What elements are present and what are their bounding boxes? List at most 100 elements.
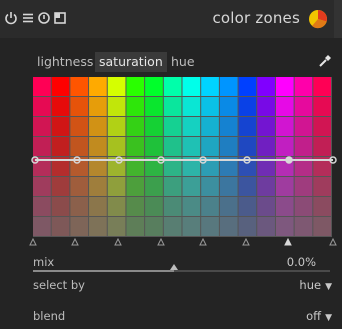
- grid-cell: [238, 177, 257, 196]
- grid-cell: [145, 117, 163, 136]
- module-header: color zones: [0, 0, 342, 38]
- grid-cell: [163, 177, 182, 196]
- curve-node-selected: [285, 156, 293, 164]
- zone-anchor-markers[interactable]: [27, 232, 339, 248]
- grid-cell: [201, 117, 219, 136]
- grid-cell: [126, 177, 145, 196]
- mix-slider[interactable]: [33, 264, 330, 272]
- grid-cell: [275, 117, 294, 136]
- grid-cell: [257, 117, 275, 136]
- grid-cell: [145, 177, 163, 196]
- grid-cell: [33, 177, 51, 196]
- grid-cell: [275, 177, 294, 196]
- grid-cell: [33, 117, 51, 136]
- grid-cell: [107, 97, 126, 116]
- grid-cell: [126, 197, 145, 216]
- multi-instance-icon[interactable]: [53, 11, 67, 25]
- grid-cell: [107, 117, 126, 136]
- grid-cell: [51, 77, 70, 96]
- grid-cell: [163, 97, 182, 116]
- grid-cell: [238, 97, 257, 116]
- grid-cell: [257, 77, 275, 96]
- tab-hue[interactable]: hue: [167, 52, 199, 72]
- dropdown-arrow-icon: ▼: [325, 313, 332, 323]
- mix-label: mix: [33, 255, 55, 269]
- grid-cell: [201, 97, 219, 116]
- grid-cell: [313, 117, 331, 136]
- power-icon[interactable]: [4, 11, 18, 25]
- select-by-value: hue: [299, 278, 322, 292]
- grid-cell: [275, 77, 294, 96]
- grid-cell: [219, 177, 238, 196]
- grid-cell: [51, 117, 70, 136]
- grid-cell: [163, 77, 182, 96]
- grid-cell: [201, 197, 219, 216]
- grid-cell: [51, 97, 70, 116]
- grid-cell: [51, 177, 70, 196]
- grid-cell: [145, 97, 163, 116]
- grid-cell: [219, 197, 238, 216]
- tab-saturation[interactable]: saturation: [95, 52, 167, 72]
- grid-cell: [89, 77, 107, 96]
- grid-cell: [89, 97, 107, 116]
- mix-slider-fill: [33, 270, 174, 272]
- grid-cell: [33, 97, 51, 116]
- grid-cell: [89, 197, 107, 216]
- grid-cell: [313, 197, 331, 216]
- select-by-label: select by: [33, 278, 85, 292]
- grid-cell: [257, 197, 275, 216]
- grid-cell: [294, 177, 313, 196]
- grid-cell: [182, 177, 201, 196]
- grid-cell: [294, 97, 313, 116]
- grid-cell: [70, 117, 89, 136]
- grid-cell: [201, 77, 219, 96]
- grid-cell: [107, 77, 126, 96]
- blend-label: blend: [33, 309, 66, 323]
- grid-cell: [145, 197, 163, 216]
- grid-cell: [163, 117, 182, 136]
- grid-cell: [89, 177, 107, 196]
- grid-cell: [238, 117, 257, 136]
- grid-cell: [182, 197, 201, 216]
- grid-cell: [126, 117, 145, 136]
- grid-cell: [294, 117, 313, 136]
- grid-cell: [70, 177, 89, 196]
- grid-cell: [313, 177, 331, 196]
- blend-value: off: [306, 309, 322, 323]
- grid-cell: [107, 177, 126, 196]
- mix-slider-knob[interactable]: [170, 264, 178, 270]
- grid-cell: [145, 77, 163, 96]
- grid-cell: [219, 97, 238, 116]
- grid-cell: [163, 197, 182, 216]
- grid-cell: [294, 77, 313, 96]
- grid-cell: [238, 197, 257, 216]
- grid-cell: [126, 77, 145, 96]
- module-title: color zones: [212, 9, 300, 27]
- grid-cell: [182, 77, 201, 96]
- grid-cell: [70, 97, 89, 116]
- dropdown-arrow-icon: ▼: [325, 282, 332, 292]
- grid-cell: [33, 197, 51, 216]
- color-picker-icon[interactable]: [318, 54, 332, 68]
- grid-cell: [219, 117, 238, 136]
- grid-cell: [275, 97, 294, 116]
- grid-cell: [182, 97, 201, 116]
- grid-cell: [313, 77, 331, 96]
- grid-cell: [313, 97, 331, 116]
- presets-icon[interactable]: [21, 11, 35, 25]
- color-ball-icon: [309, 10, 327, 29]
- grid-cell: [51, 197, 70, 216]
- grid-cell: [275, 197, 294, 216]
- grid-cell: [70, 197, 89, 216]
- grid-cell: [219, 77, 238, 96]
- saturation-curve[interactable]: [27, 150, 339, 170]
- grid-cell: [182, 117, 201, 136]
- grid-cell: [126, 97, 145, 116]
- grid-cell: [201, 177, 219, 196]
- grid-cell: [89, 117, 107, 136]
- blend-dropdown[interactable]: off ▼: [306, 309, 332, 323]
- reset-icon[interactable]: [37, 11, 51, 25]
- grid-cell: [70, 77, 89, 96]
- tab-lightness[interactable]: lightness: [33, 52, 97, 72]
- select-by-dropdown[interactable]: hue ▼: [299, 278, 332, 292]
